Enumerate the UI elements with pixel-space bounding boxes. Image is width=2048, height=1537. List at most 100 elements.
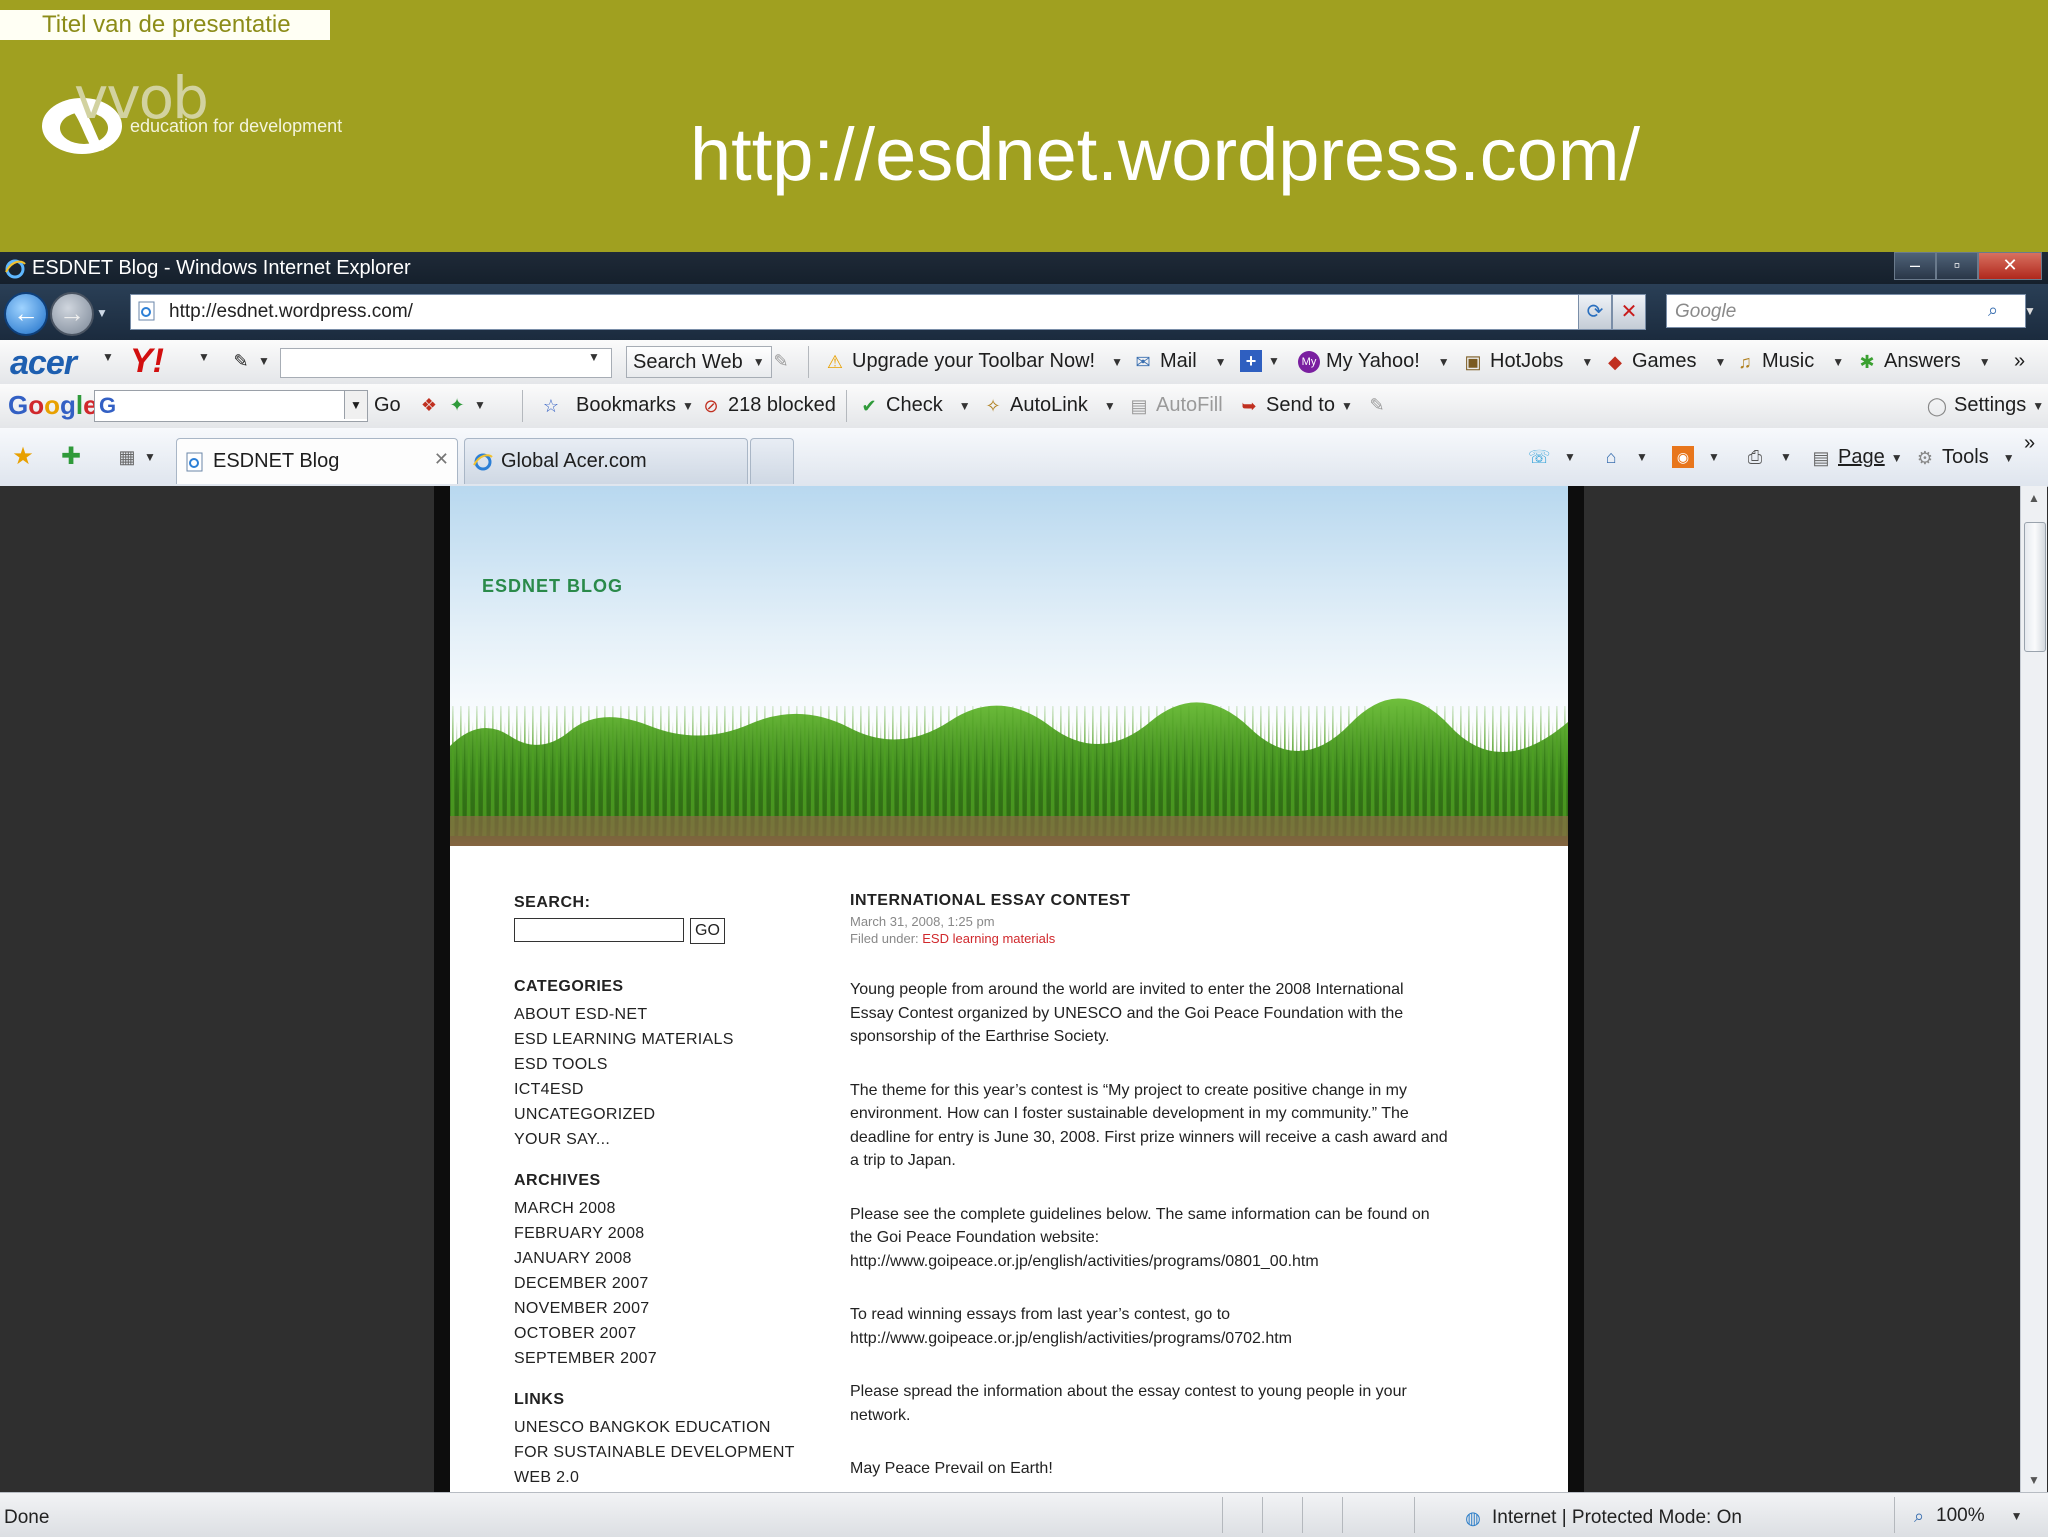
page-edge-left <box>434 486 450 1492</box>
acer-logo[interactable]: acer <box>10 344 77 383</box>
google-logo[interactable]: Google <box>8 390 98 421</box>
pencil-icon[interactable]: ✎ ▼ <box>230 350 269 372</box>
security-zone[interactable]: ◍ Internet | Protected Mode: On <box>1462 1507 1742 1529</box>
close-button[interactable]: ✕ <box>1978 252 2042 280</box>
post-category-link[interactable]: ESD learning materials <box>922 931 1055 946</box>
archive-link[interactable]: FEBRUARY 2008 <box>514 1221 834 1246</box>
blog-search-input[interactable] <box>514 918 684 942</box>
archive-link[interactable]: SEPTEMBER 2007 <box>514 1346 834 1371</box>
highlighter-icon[interactable]: ✎ <box>1366 394 1388 416</box>
slide-url-heading: http://esdnet.wordpress.com/ <box>690 113 1641 196</box>
add-favorites-icon[interactable]: ✚ <box>60 445 82 469</box>
skype-icon: ☏ <box>1528 447 1551 467</box>
stop-button[interactable]: ✕ <box>1612 294 1646 330</box>
music-button[interactable]: ♫ Music ▼ <box>1734 350 1844 373</box>
settings-button[interactable]: ◯ Settings ▼ <box>1926 394 2044 417</box>
mail-button[interactable]: ✉ Mail ▼ <box>1132 350 1226 373</box>
acer-dropdown[interactable]: ▼ <box>102 350 114 364</box>
autofill-button[interactable]: ▤ AutoFill <box>1128 394 1223 417</box>
category-link[interactable]: UNCATEGORIZED <box>514 1102 834 1127</box>
autofill-label: AutoFill <box>1156 394 1223 416</box>
search-icon[interactable]: ⌕ <box>1988 300 1998 321</box>
quick-tabs-icon[interactable]: ▦ ▼ <box>116 446 155 468</box>
archive-link[interactable]: DECEMBER 2007 <box>514 1271 834 1296</box>
close-tab-icon[interactable]: ✕ <box>434 449 449 470</box>
category-link[interactable]: ESD TOOLS <box>514 1052 834 1077</box>
external-link[interactable]: FOR SUSTAINABLE DEVELOPMENT <box>514 1440 834 1465</box>
answers-button[interactable]: ✱ Answers ▼ <box>1856 350 1990 373</box>
google-g-icon: G <box>99 393 117 418</box>
send-to-button[interactable]: ➥ Send to ▼ <box>1238 394 1352 417</box>
yahoo-dropdown[interactable]: ▼ <box>198 350 210 364</box>
page-background-left <box>0 486 434 1492</box>
scrollbar-thumb[interactable] <box>2024 522 2046 652</box>
google-go-button[interactable]: Go <box>374 394 401 417</box>
category-link[interactable]: YOUR SAY... <box>514 1127 834 1152</box>
zoom-control[interactable]: ⌕ 100% ▼ <box>1908 1505 2023 1527</box>
yahoo-search-dropdown[interactable]: ▼ <box>588 350 600 364</box>
autolink-button[interactable]: ✧ AutoLink ▼ <box>982 394 1115 417</box>
blog-search-go-button[interactable]: GO <box>690 918 725 944</box>
scroll-up-arrow[interactable]: ▲ <box>2021 486 2047 510</box>
home-button[interactable]: ⌂ ▼ <box>1600 446 1648 468</box>
minimize-button[interactable]: – <box>1894 252 1936 280</box>
highlight-icon[interactable]: ✎ <box>770 350 792 372</box>
my-yahoo-button[interactable]: My My Yahoo! ▼ <box>1298 350 1450 373</box>
send-icon: ➥ <box>1241 395 1257 416</box>
google-extra-icons[interactable]: ❖ ✦ ▼ <box>418 394 486 416</box>
games-label: Games <box>1632 350 1697 372</box>
games-button[interactable]: ◆ Games ▼ <box>1604 350 1726 373</box>
bookmarks-button[interactable]: ☆ Bookmarks ▼ <box>540 394 694 417</box>
upgrade-toolbar-button[interactable]: ⚠ Upgrade your Toolbar Now! ▼ <box>824 350 1123 373</box>
toolbar-overflow[interactable]: » <box>2014 350 2025 373</box>
favorites-star-icon[interactable]: ★ <box>12 445 34 469</box>
maximize-button[interactable]: ▫ <box>1936 252 1978 280</box>
command-bar-overflow[interactable]: » <box>2024 432 2035 455</box>
refresh-button[interactable]: ⟳ <box>1578 294 1612 330</box>
post-title[interactable]: INTERNATIONAL ESSAY CONTEST <box>850 892 1450 910</box>
external-link[interactable]: WEB 2.0 <box>514 1465 834 1490</box>
category-link[interactable]: ABOUT ESD-NET <box>514 1002 834 1027</box>
post-paragraph: Young people from around the world are i… <box>850 981 1404 1045</box>
google-search-dropdown[interactable]: ▼ <box>344 391 367 419</box>
recent-pages-dropdown[interactable]: ▼ <box>96 306 108 320</box>
vertical-scrollbar[interactable]: ▲ ▼ <box>2020 486 2047 1492</box>
category-link[interactable]: ESD LEARNING MATERIALS <box>514 1027 834 1052</box>
archive-link[interactable]: NOVEMBER 2007 <box>514 1296 834 1321</box>
category-link[interactable]: ICT4ESD <box>514 1077 834 1102</box>
archive-link[interactable]: MARCH 2008 <box>514 1196 834 1221</box>
archive-link[interactable]: JANUARY 2008 <box>514 1246 834 1271</box>
forward-button[interactable]: → <box>50 292 94 336</box>
new-tab-button[interactable] <box>750 438 794 484</box>
external-link[interactable]: UNESCO BANGKOK EDUCATION <box>514 1415 834 1440</box>
rss-button[interactable]: ◉ ▼ <box>1672 446 1720 468</box>
feeds-button[interactable]: ☏ ▼ <box>1528 446 1576 468</box>
add-button[interactable]: + ▼ <box>1240 350 1280 372</box>
blog-title[interactable]: ESDNET BLOG <box>482 576 623 597</box>
status-divider <box>1222 1497 1223 1533</box>
address-bar[interactable]: http://esdnet.wordpress.com/ ▼ <box>130 294 1612 330</box>
ie-icon <box>5 259 26 279</box>
google-search-input[interactable]: G ▼ <box>94 390 368 422</box>
search-input[interactable]: Google <box>1666 294 2026 328</box>
tab-global-acer[interactable]: Global Acer.com <box>464 438 748 484</box>
categories-section: CATEGORIES ABOUT ESD-NET ESD LEARNING MA… <box>514 978 834 1152</box>
window-controls: – ▫ ✕ <box>1894 252 2042 280</box>
yahoo-logo[interactable]: Y! <box>130 342 164 381</box>
tools-menu-button[interactable]: ⚙ Tools ▼ <box>1914 446 2015 469</box>
search-web-button[interactable]: Search Web ▼ <box>626 346 772 378</box>
search-provider-dropdown[interactable]: ▼ <box>2024 304 2036 318</box>
popup-blocker-button[interactable]: ⊘ 218 blocked <box>700 394 835 417</box>
spell-check-button[interactable]: ✔ Check ▼ <box>858 394 970 417</box>
hotjobs-button[interactable]: ▣ HotJobs ▼ <box>1462 350 1593 373</box>
address-row: ← → ▼ http://esdnet.wordpress.com/ ▼ ⟳ ✕… <box>0 284 2048 340</box>
archive-link[interactable]: OCTOBER 2007 <box>514 1321 834 1346</box>
print-button[interactable]: ⎙ ▼ <box>1744 446 1792 468</box>
links-heading: LINKS <box>514 1391 565 1408</box>
status-divider <box>1262 1497 1263 1533</box>
back-button[interactable]: ← <box>4 292 48 336</box>
scroll-down-arrow[interactable]: ▼ <box>2021 1468 2047 1492</box>
tab-esdnet-blog[interactable]: ESDNET Blog ✕ <box>176 438 458 484</box>
yahoo-search-input[interactable] <box>280 348 612 378</box>
page-menu-button[interactable]: ▤ Page ▼ <box>1810 446 1902 469</box>
